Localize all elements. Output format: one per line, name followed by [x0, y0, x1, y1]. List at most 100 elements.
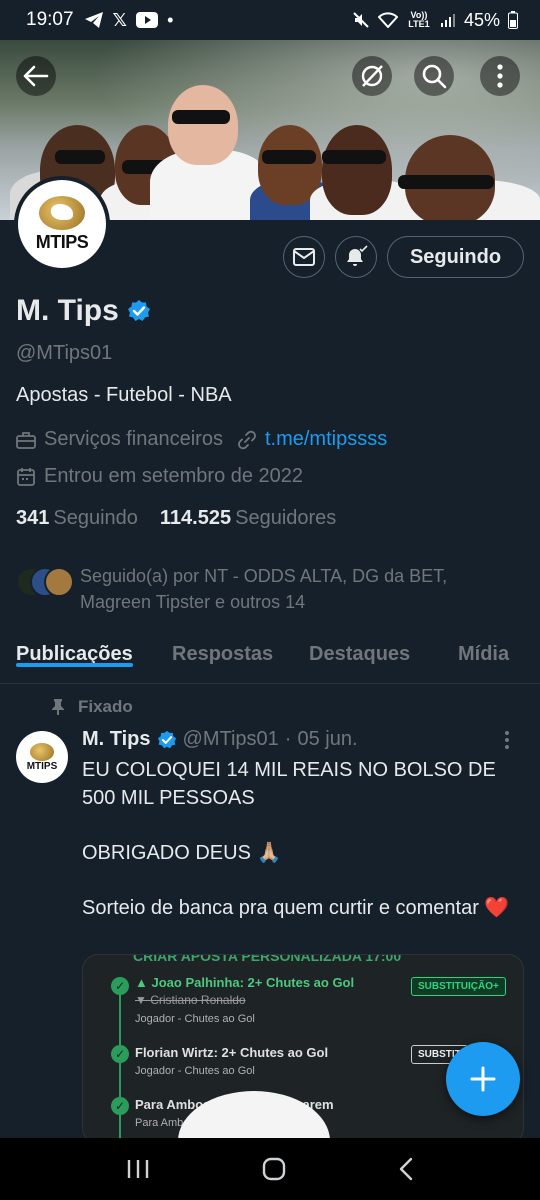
dot-icon: • — [167, 9, 174, 30]
post-author-avatar[interactable]: MTIPS — [16, 731, 68, 783]
profile-meta-category-row: Serviços financeiros t.me/mtipssss — [16, 428, 387, 451]
link-icon — [237, 430, 257, 450]
verified-badge-icon[interactable] — [127, 299, 151, 323]
status-right: Vo)) LTE1 45% — [352, 10, 518, 31]
media-item-title: Florian Wirtz: 2+ Chutes ao Gol — [135, 1045, 329, 1060]
search-icon — [422, 64, 447, 89]
home-icon[interactable] — [262, 1157, 286, 1181]
banner-figure — [168, 85, 238, 165]
network-label: Vo)) LTE1 — [408, 10, 430, 29]
compose-button[interactable] — [446, 1042, 520, 1116]
horse-logo-icon — [30, 742, 54, 761]
mute-icon — [353, 12, 369, 28]
profile-name: M. Tips — [16, 294, 119, 327]
avatar-logo-text: MTIPS — [35, 231, 89, 252]
profile-category: Serviços financeiros — [44, 428, 223, 450]
search-button[interactable] — [414, 56, 454, 96]
grok-button[interactable] — [352, 56, 392, 96]
profile-tabs: Publicações Respostas Destaques Mídia — [0, 628, 540, 684]
banner-figure — [322, 125, 392, 215]
banner-figure — [322, 150, 386, 164]
profile-meta-joined-row: Entrou em setembro de 2022 — [16, 465, 303, 488]
following-button[interactable]: Seguindo — [387, 236, 524, 278]
profile-bio: Apostas - Futebol - NBA — [16, 384, 232, 406]
profile-handle: @MTips01 — [16, 342, 113, 364]
tab-midia[interactable]: Mídia — [458, 628, 509, 666]
pinned-indicator: Fixado — [50, 697, 133, 717]
media-item-title-text: Joao Palhinha: 2+ Chutes ao Gol — [151, 975, 355, 990]
profile-link[interactable]: t.me/mtipssss — [265, 428, 387, 451]
media-item-sub: Jogador - Chutes ao Gol — [135, 1065, 255, 1077]
horse-logo-icon — [39, 195, 85, 230]
check-icon: ✓ — [111, 1097, 129, 1115]
media-item-replaced-text: Cristiano Ronaldo — [150, 993, 246, 1007]
bell-check-icon — [347, 245, 368, 266]
avatar-image: MTIPS — [18, 180, 106, 268]
followers-label: Seguidores — [235, 507, 337, 529]
following-count: 341 — [16, 507, 50, 529]
media-header: CRIAR APOSTA PERSONALIZADA 17:00 — [133, 954, 402, 964]
post-media[interactable]: CRIAR APOSTA PERSONALIZADA 17:00 ✓ ▲ Joa… — [82, 954, 524, 1144]
arrow-left-icon — [23, 65, 49, 87]
follow-counts: 341 Seguindo 114.525 Seguidores — [16, 507, 336, 530]
more-vertical-icon — [505, 731, 509, 749]
telegram-icon — [84, 12, 103, 28]
grok-icon — [361, 65, 383, 87]
status-time: 19:07 — [26, 9, 74, 30]
followed-by-text: Seguido(a) por NT - ODDS ALTA, DG da BET… — [80, 566, 448, 612]
message-button[interactable] — [283, 236, 325, 278]
tab-publicacoes[interactable]: Publicações — [16, 628, 133, 667]
post-avatar-text: MTIPS — [26, 760, 58, 772]
pin-icon — [52, 699, 64, 715]
check-icon: ✓ — [111, 1045, 129, 1063]
post-more-button[interactable] — [504, 730, 510, 756]
x-icon: 𝕏 — [112, 9, 128, 30]
envelope-icon — [293, 248, 315, 266]
back-button[interactable] — [16, 56, 56, 96]
wifi-icon — [377, 12, 398, 28]
tab-respostas[interactable]: Respostas — [172, 628, 273, 666]
profile-avatar[interactable]: MTIPS — [14, 176, 110, 272]
notification-icons: 𝕏 • — [84, 9, 174, 31]
signal-icon — [440, 14, 455, 27]
media-item-replaced: ▼ Cristiano Ronaldo — [135, 993, 246, 1007]
calendar-icon — [16, 467, 36, 487]
following-label: Seguindo — [53, 507, 138, 529]
pinned-label: Fixado — [78, 697, 133, 716]
tab-destaques[interactable]: Destaques — [309, 628, 410, 666]
status-bar: 19:07 𝕏 • Vo)) LTE1 45% — [0, 0, 540, 40]
notifications-button[interactable] — [335, 236, 377, 278]
media-item-title: ▲ Joao Palhinha: 2+ Chutes ao Gol — [135, 975, 355, 990]
post-author-handle[interactable]: @MTips01 — [183, 728, 279, 751]
post-separator: · — [284, 728, 292, 750]
post-text: EU COLOQUEI 14 MIL REAIS NO BOLSO DE 500… — [82, 759, 510, 919]
media-item-sub: Jogador - Chutes ao Gol — [135, 1013, 255, 1025]
profile-joined: Entrou em setembro de 2022 — [44, 465, 304, 487]
more-vertical-icon — [497, 64, 503, 88]
banner-figure — [262, 150, 316, 164]
substitution-badge: SUBSTITUIÇÃO+ — [411, 977, 506, 996]
banner-figure — [172, 110, 230, 124]
followed-by-row[interactable]: Seguido(a) por NT - ODDS ALTA, DG da BET… — [16, 563, 500, 615]
back-icon[interactable] — [398, 1157, 414, 1181]
follower-avatar — [44, 567, 74, 597]
followers-count-link[interactable]: 114.525 Seguidores — [160, 507, 336, 530]
plus-icon — [470, 1066, 496, 1092]
battery-percent: 45% — [463, 9, 500, 30]
media-timeline — [119, 985, 121, 1143]
recents-icon[interactable] — [126, 1157, 150, 1181]
banner-figure — [398, 175, 494, 189]
followed-by-avatars — [16, 563, 76, 599]
more-button[interactable] — [480, 56, 520, 96]
following-count-link[interactable]: 341 Seguindo — [16, 507, 138, 530]
youtube-icon — [136, 12, 159, 28]
banner-figure — [55, 150, 105, 164]
post-date[interactable]: 05 jun. — [297, 728, 357, 751]
briefcase-icon — [16, 430, 36, 450]
post-author-name[interactable]: M. Tips — [82, 728, 151, 751]
followers-count: 114.525 — [159, 507, 232, 529]
profile-name-row: M. Tips — [16, 294, 151, 328]
battery-icon — [508, 11, 518, 29]
system-nav-bar — [0, 1138, 540, 1200]
verified-badge-icon — [157, 730, 176, 748]
